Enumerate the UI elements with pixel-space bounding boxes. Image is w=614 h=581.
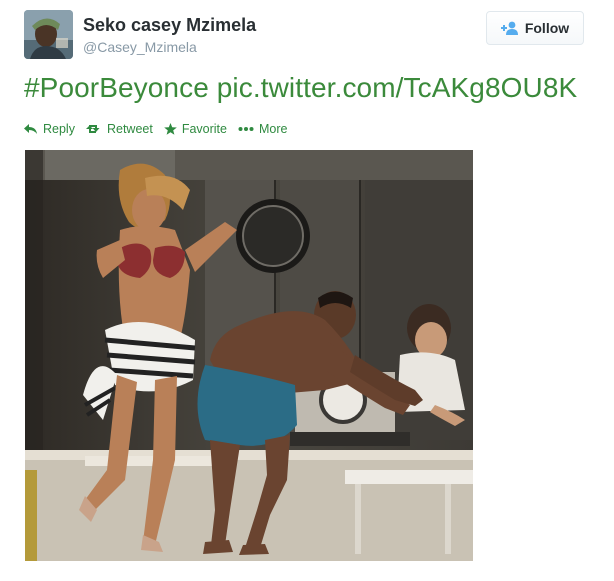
avatar-image: [24, 10, 73, 59]
author-name[interactable]: Seko casey Mzimela: [83, 15, 256, 36]
favorite-button[interactable]: Favorite: [164, 122, 227, 136]
add-user-icon: [500, 21, 519, 35]
favorite-label: Favorite: [181, 122, 227, 136]
more-button[interactable]: More: [238, 122, 287, 136]
avatar[interactable]: [24, 10, 73, 59]
follow-label: Follow: [524, 20, 570, 36]
star-icon: [164, 123, 177, 135]
retweet-label: Retweet: [106, 122, 153, 136]
tweet-photo[interactable]: [25, 150, 473, 561]
tweet-actions: Reply Retweet Favorite More: [24, 122, 298, 136]
photo-image: [25, 150, 473, 561]
more-label: More: [258, 122, 288, 136]
more-dots-icon: [238, 127, 254, 131]
reply-label: Reply: [43, 122, 75, 136]
author-handle[interactable]: @Casey_Mzimela: [83, 39, 197, 55]
reply-button[interactable]: Reply: [24, 122, 75, 136]
follow-button[interactable]: Follow: [486, 11, 584, 45]
reply-icon: [24, 124, 37, 134]
retweet-icon: [85, 125, 100, 133]
tweet-text[interactable]: #PoorBeyonce pic.twitter.com/TcAKg8OU8K: [24, 72, 577, 104]
retweet-button[interactable]: Retweet: [85, 122, 153, 136]
